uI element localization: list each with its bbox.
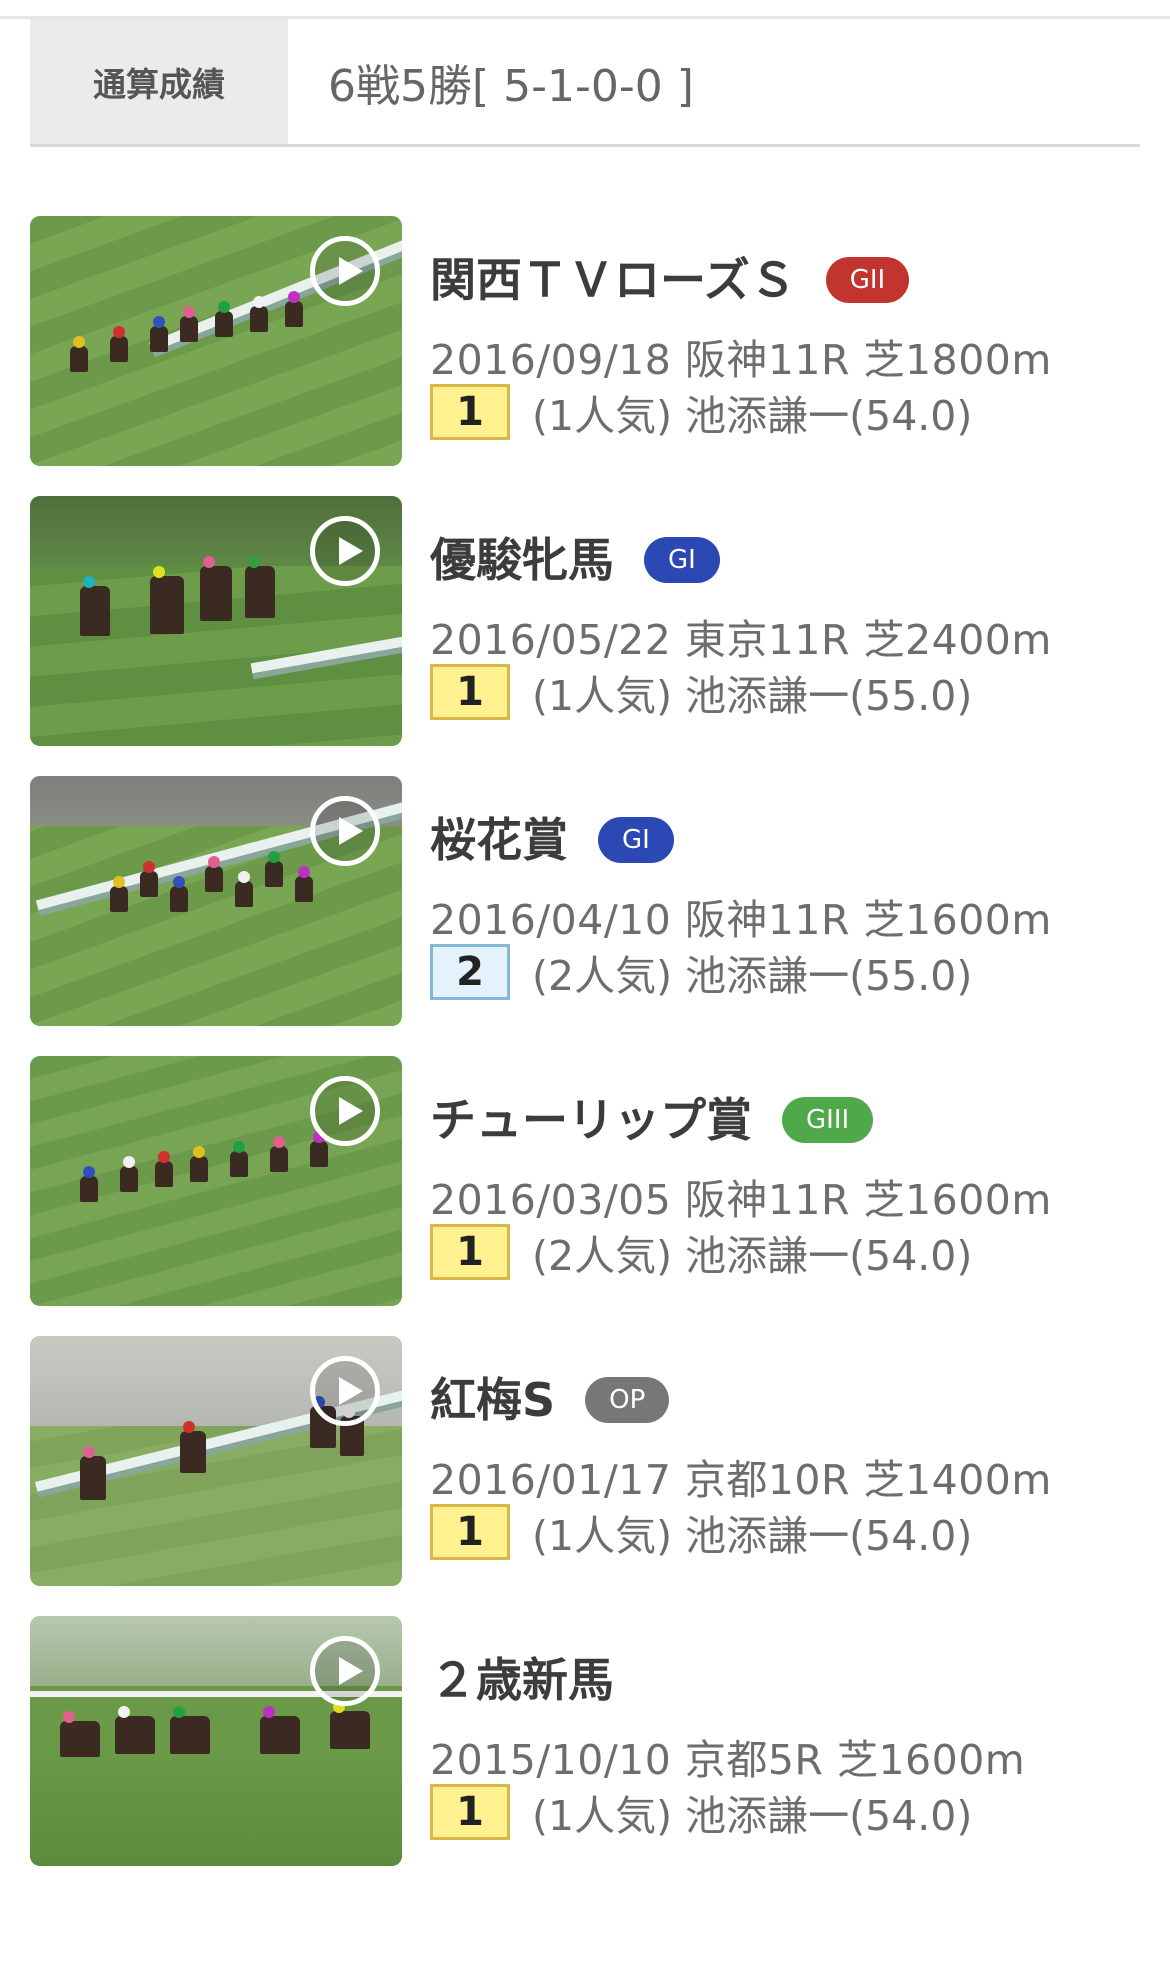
race-item[interactable]: チューリップ賞 GIII 2016/03/05 阪神11R 芝1600m 1 (2… — [0, 1056, 1170, 1306]
race-video-thumbnail[interactable] — [30, 776, 402, 1026]
grade-badge: GI — [644, 537, 720, 583]
result-detail: (1人気) 池添謙一(54.0) — [532, 392, 973, 440]
race-date-course: 2016/05/22 東京11R 芝2400m — [430, 616, 1052, 664]
grade-badge: GIII — [782, 1097, 874, 1143]
play-icon[interactable] — [310, 1076, 380, 1146]
result-row: 1 (1人気) 池添謙一(54.0) — [430, 1502, 972, 1562]
finish-rank-badge: 2 — [430, 944, 510, 1000]
race-video-thumbnail[interactable] — [30, 496, 402, 746]
finish-rank-badge: 1 — [430, 1504, 510, 1560]
race-name[interactable]: ２歳新馬 — [430, 1644, 614, 1710]
result-detail: (2人気) 池添謙一(55.0) — [532, 952, 973, 1000]
play-icon[interactable] — [310, 1356, 380, 1426]
grade-badge: GI — [598, 817, 674, 863]
race-name-text: 桜花賞 — [430, 813, 568, 867]
race-date-course: 2016/04/10 阪神11R 芝1600m — [430, 896, 1052, 944]
grade-badge: GII — [825, 257, 910, 303]
summary-label: 通算成績 — [30, 19, 288, 144]
result-row: 1 (1人気) 池添謙一(54.0) — [430, 382, 972, 442]
result-row: 1 (2人気) 池添謙一(54.0) — [430, 1222, 972, 1282]
race-item[interactable]: 関西ＴＶローズＳ GII 2016/09/18 阪神11R 芝1800m 1 (1… — [0, 216, 1170, 466]
race-name[interactable]: 紅梅S OP — [430, 1364, 670, 1430]
race-video-thumbnail[interactable] — [30, 1056, 402, 1306]
race-date-course: 2016/03/05 阪神11R 芝1600m — [430, 1176, 1052, 1224]
result-row: 2 (2人気) 池添謙一(55.0) — [430, 942, 972, 1002]
race-name[interactable]: 優駿牝馬 GI — [430, 524, 720, 590]
play-icon[interactable] — [310, 516, 380, 586]
result-detail: (1人気) 池添謙一(54.0) — [532, 1512, 973, 1560]
result-detail: (1人気) 池添謙一(55.0) — [532, 672, 973, 720]
finish-rank-badge: 1 — [430, 1224, 510, 1280]
play-icon[interactable] — [310, 796, 380, 866]
finish-rank-badge: 1 — [430, 664, 510, 720]
race-name[interactable]: 桜花賞 GI — [430, 804, 674, 870]
race-name-text: 紅梅S — [430, 1373, 556, 1427]
race-item[interactable]: 桜花賞 GI 2016/04/10 阪神11R 芝1600m 2 (2人気) 池添… — [0, 776, 1170, 1026]
race-video-thumbnail[interactable] — [30, 1336, 402, 1586]
race-name-text: ２歳新馬 — [430, 1653, 614, 1707]
race-name-text: 優駿牝馬 — [430, 533, 614, 587]
grade-badge: OP — [585, 1377, 670, 1423]
race-video-thumbnail[interactable] — [30, 216, 402, 466]
race-name-text: チューリップ賞 — [430, 1093, 752, 1147]
race-date-course: 2015/10/10 京都5R 芝1600m — [430, 1736, 1026, 1784]
play-icon[interactable] — [310, 236, 380, 306]
race-date-course: 2016/01/17 京都10R 芝1400m — [430, 1456, 1052, 1504]
race-item[interactable]: 優駿牝馬 GI 2016/05/22 東京11R 芝2400m 1 (1人気) 池… — [0, 496, 1170, 746]
result-row: 1 (1人気) 池添謙一(55.0) — [430, 662, 972, 722]
result-detail: (1人気) 池添謙一(54.0) — [532, 1792, 973, 1840]
race-name[interactable]: 関西ＴＶローズＳ GII — [430, 244, 910, 310]
career-summary: 通算成績 6戦5勝[ 5-1-0-0 ] — [30, 19, 1140, 147]
race-item[interactable]: 紅梅S OP 2016/01/17 京都10R 芝1400m 1 (1人気) 池添… — [0, 1336, 1170, 1586]
summary-value: 6戦5勝[ 5-1-0-0 ] — [328, 60, 694, 112]
race-video-thumbnail[interactable] — [30, 1616, 402, 1866]
race-name[interactable]: チューリップ賞 GIII — [430, 1084, 874, 1150]
result-row: 1 (1人気) 池添謙一(54.0) — [430, 1782, 972, 1842]
finish-rank-badge: 1 — [430, 384, 510, 440]
race-date-course: 2016/09/18 阪神11R 芝1800m — [430, 336, 1052, 384]
finish-rank-badge: 1 — [430, 1784, 510, 1840]
result-detail: (2人気) 池添謙一(54.0) — [532, 1232, 973, 1280]
race-item[interactable]: ２歳新馬 2015/10/10 京都5R 芝1600m 1 (1人気) 池添謙一… — [0, 1616, 1170, 1866]
play-icon[interactable] — [310, 1636, 380, 1706]
race-name-text: 関西ＴＶローズＳ — [430, 253, 796, 307]
